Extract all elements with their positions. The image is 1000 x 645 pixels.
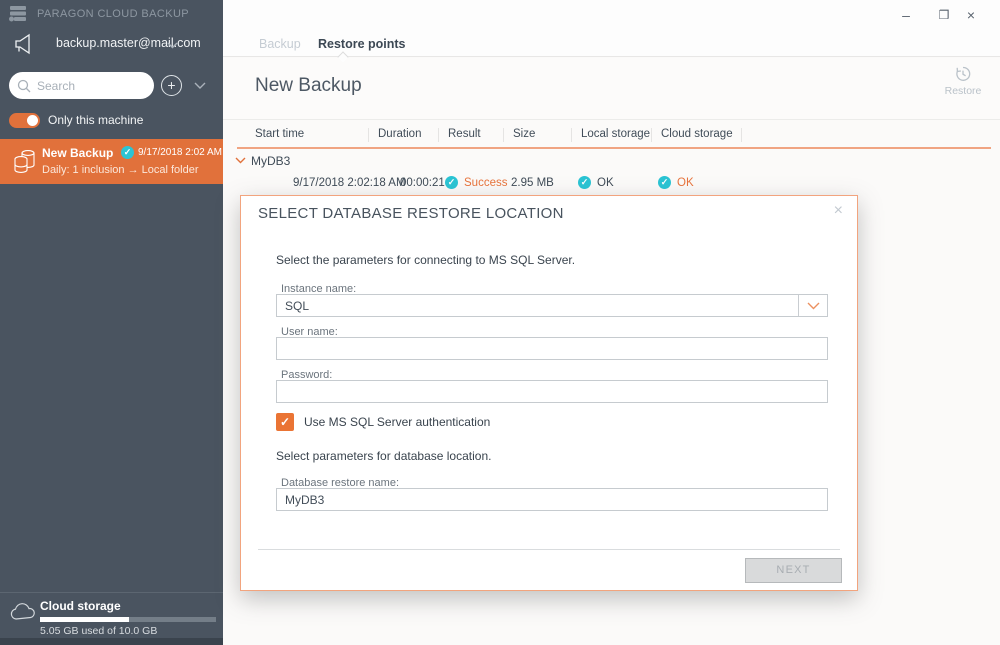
window-maximize-button[interactable]: ❒: [933, 4, 955, 26]
dialog-title: SELECT DATABASE RESTORE LOCATION: [258, 205, 564, 222]
database-icon: [12, 147, 37, 176]
column-separator: [503, 128, 504, 142]
sidebar-bottom-strip: [0, 638, 223, 645]
sql-auth-checkbox-label: Use MS SQL Server authentication: [304, 415, 490, 429]
group-label: MyDB3: [251, 154, 290, 168]
only-this-machine-toggle[interactable]: [9, 113, 40, 128]
cell-result: Success: [464, 177, 507, 189]
chevron-down-icon[interactable]: [194, 82, 206, 90]
tab-restore-points[interactable]: Restore points: [318, 37, 406, 51]
storage-divider: [0, 592, 223, 593]
search-pill[interactable]: [9, 72, 154, 99]
megaphone-icon: [12, 33, 36, 55]
backup-item-schedule: Daily: 1 inclusion → Local folder: [42, 164, 199, 176]
select-restore-location-dialog: SELECT DATABASE RESTORE LOCATION × Selec…: [240, 195, 858, 591]
paragon-logo-icon: [8, 5, 28, 22]
account-row[interactable]: backup.master@mail.com: [0, 31, 223, 57]
tab-backup[interactable]: Backup: [259, 37, 301, 51]
cell-local-storage: OK: [597, 177, 614, 189]
restore-history-icon: [954, 65, 972, 83]
search-icon: [17, 79, 31, 93]
search-input[interactable]: [37, 79, 141, 93]
check-badge-icon: ✓: [445, 176, 458, 189]
check-badge-icon: ✓: [121, 146, 134, 159]
dialog-divider: [258, 549, 840, 550]
column-separator: [438, 128, 439, 142]
next-button[interactable]: NEXT: [745, 558, 842, 583]
window-close-button[interactable]: ×: [960, 4, 982, 26]
page-header: New Backup Restore: [223, 58, 1000, 120]
chevron-down-icon: [167, 42, 178, 49]
page-title: New Backup: [255, 75, 362, 97]
check-badge-icon: ✓: [658, 176, 671, 189]
toggle-label: Only this machine: [48, 113, 143, 127]
dialog-section2-text: Select parameters for database location.: [276, 449, 491, 463]
storage-usage-text: 5.05 GB used of 10.0 GB: [40, 625, 157, 637]
dialog-section1-text: Select the parameters for connecting to …: [276, 253, 575, 267]
column-duration[interactable]: Duration: [378, 128, 421, 140]
cell-start-time: 9/17/2018 2:02:18 AM: [293, 177, 406, 189]
column-cloud-storage[interactable]: Cloud storage: [661, 128, 733, 140]
account-email: backup.master@mail.com: [56, 36, 201, 50]
group-row-mydb3[interactable]: MyDB3: [223, 149, 1000, 173]
column-result[interactable]: Result: [448, 128, 481, 140]
machine-filter-row: Only this machine: [0, 112, 223, 132]
chevron-down-icon[interactable]: [235, 157, 246, 164]
table-row[interactable]: 9/17/2018 2:02:18 AM 00:00:21 ✓ Success …: [223, 173, 1000, 196]
db-restore-name-field[interactable]: [276, 488, 828, 511]
storage-progress-fill: [40, 617, 129, 622]
toggle-knob: [27, 115, 38, 126]
column-local-storage[interactable]: Local storage: [581, 128, 650, 140]
password-field[interactable]: [276, 380, 828, 403]
app-window: PARAGON CLOUD BACKUP backup.master@mail.…: [0, 0, 1000, 645]
column-separator: [651, 128, 652, 142]
column-separator: [571, 128, 572, 142]
sql-auth-checkbox[interactable]: ✓: [276, 413, 294, 431]
column-start-time[interactable]: Start time: [255, 128, 304, 140]
app-header: PARAGON CLOUD BACKUP: [8, 5, 189, 22]
cell-duration: 00:00:21: [400, 177, 445, 189]
instance-name-value: SQL: [285, 299, 309, 313]
check-badge-icon: ✓: [578, 176, 591, 189]
table-header: Start time Duration Result Size Local st…: [223, 120, 1000, 149]
window-minimize-button[interactable]: –: [895, 4, 917, 26]
backup-item-name: New Backup: [42, 146, 113, 160]
instance-name-select[interactable]: SQL: [276, 294, 828, 317]
sidebar: PARAGON CLOUD BACKUP backup.master@mail.…: [0, 0, 223, 645]
chevron-down-icon: [807, 302, 820, 310]
restore-button[interactable]: Restore: [937, 65, 989, 97]
dialog-close-icon[interactable]: ×: [834, 202, 843, 220]
column-separator: [368, 128, 369, 142]
column-separator: [741, 128, 742, 142]
cell-size: 2.95 MB: [511, 177, 554, 189]
storage-title: Cloud storage: [40, 599, 121, 613]
add-backup-button[interactable]: +: [161, 75, 182, 96]
cloud-icon: [9, 602, 38, 622]
column-size[interactable]: Size: [513, 128, 535, 140]
backup-item-date: 9/17/2018 2:02 AM: [138, 147, 222, 158]
cell-cloud-storage: OK: [677, 177, 694, 189]
restore-button-label: Restore: [937, 85, 989, 97]
storage-progress-bar: [40, 617, 216, 622]
search-bar: +: [0, 72, 223, 99]
app-title: PARAGON CLOUD BACKUP: [37, 8, 189, 20]
sidebar-item-new-backup[interactable]: New Backup ✓ 9/17/2018 2:02 AM Daily: 1 …: [0, 139, 223, 184]
username-field[interactable]: [276, 337, 828, 360]
select-chevron[interactable]: [798, 295, 827, 316]
tab-bar: Backup Restore points – ❒ ×: [223, 0, 1000, 57]
